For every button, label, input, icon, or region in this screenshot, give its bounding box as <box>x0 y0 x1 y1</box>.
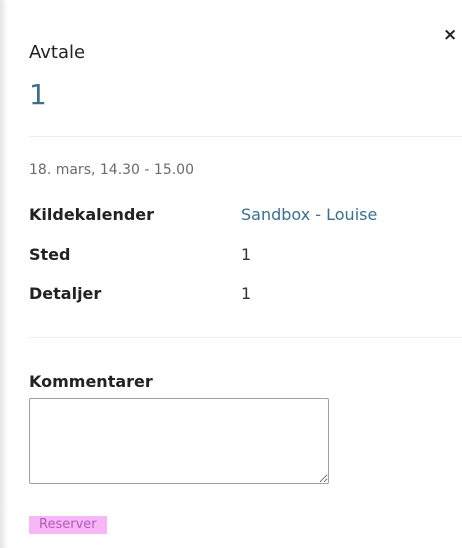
location-value: 1 <box>241 245 252 264</box>
close-icon[interactable]: × <box>443 27 457 44</box>
details-label: Detaljer <box>29 284 102 303</box>
source-calendar-link[interactable]: Sandbox - Louise <box>241 205 377 224</box>
source-calendar-label: Kildekalender <box>29 205 155 224</box>
event-title: 1 <box>29 78 47 111</box>
reserve-button[interactable]: Reserver <box>29 516 107 534</box>
comments-label: Kommentarer <box>29 372 153 391</box>
event-date-time: 18. mars, 14.30 - 15.00 <box>29 162 194 178</box>
divider <box>29 136 462 137</box>
popup-caret <box>4 0 22 10</box>
comments-textarea[interactable] <box>29 398 329 484</box>
popup-shadow-left <box>0 0 8 548</box>
details-value: 1 <box>241 284 252 303</box>
divider <box>29 337 462 338</box>
event-type-label: Avtale <box>29 42 86 63</box>
location-label: Sted <box>29 245 71 264</box>
